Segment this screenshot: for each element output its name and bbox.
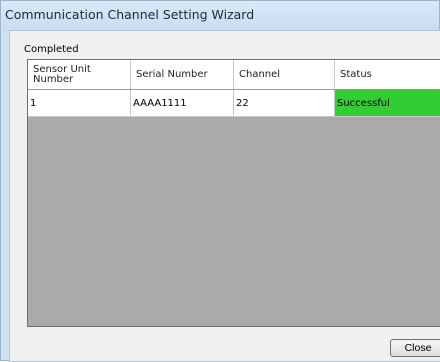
wizard-window: Communication Channel Setting Wizard Com… bbox=[0, 0, 440, 362]
cell-status[interactable]: Successful bbox=[335, 90, 440, 117]
column-header-sensor-unit-number[interactable]: Sensor Unit Number bbox=[28, 60, 131, 89]
window-title: Communication Channel Setting Wizard bbox=[5, 7, 255, 22]
column-header-serial-number[interactable]: Serial Number bbox=[131, 60, 234, 89]
column-header-status[interactable]: Status bbox=[335, 60, 440, 89]
table-row[interactable]: 1 AAAA1111 22 Successful bbox=[28, 90, 440, 117]
cell-serial-number[interactable]: AAAA1111 bbox=[131, 90, 234, 117]
table-header-row: Sensor Unit Number Serial Number Channel… bbox=[28, 60, 440, 90]
wizard-content: Completed Sensor Unit Number Serial Numb… bbox=[9, 30, 440, 362]
cell-channel[interactable]: 22 bbox=[234, 90, 335, 117]
close-button[interactable]: Close bbox=[390, 339, 440, 357]
results-grid: Sensor Unit Number Serial Number Channel… bbox=[27, 59, 440, 327]
column-header-channel[interactable]: Channel bbox=[234, 60, 335, 89]
title-bar[interactable]: Communication Channel Setting Wizard bbox=[1, 1, 439, 31]
status-label: Completed bbox=[24, 44, 79, 55]
cell-sensor-unit-number[interactable]: 1 bbox=[28, 90, 131, 117]
